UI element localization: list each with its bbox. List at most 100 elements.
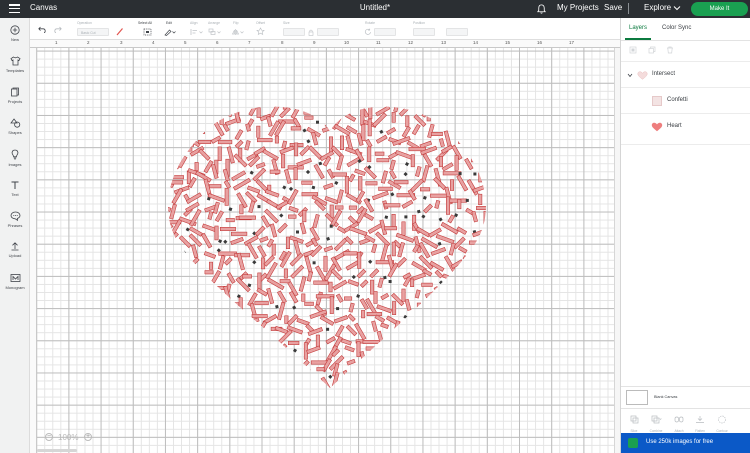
confetti-piece [403,314,408,319]
explore-menu[interactable]: Explore [644,3,671,12]
arrange-icon[interactable] [208,28,222,36]
confetti-piece [472,129,485,137]
design-canvas[interactable] [37,48,615,453]
confetti-piece [281,140,288,149]
delete-icon[interactable] [666,46,674,54]
operation-select[interactable]: Basic Cut [77,28,109,36]
confetti-piece [205,282,214,293]
confetti-piece [357,95,361,99]
header-divider [628,3,629,14]
confetti-piece [505,183,511,196]
confetti-piece [294,360,297,364]
tab-layers[interactable]: Layers [629,25,647,31]
flatten-button[interactable]: Flatten [690,411,710,433]
attach-button[interactable]: Attach [669,411,689,433]
group-icon[interactable] [629,46,637,54]
confetti-piece [152,284,156,288]
confetti-piece [305,169,311,175]
confetti-piece [238,297,243,313]
tab-color-sync[interactable]: Color Sync [662,25,691,31]
duplicate-icon[interactable] [648,46,656,54]
canvas-swatch[interactable] [626,390,648,405]
confetti-piece [220,227,236,232]
pen-color-icon[interactable] [116,27,124,36]
confetti-piece [168,146,169,155]
blank-canvas-row[interactable]: Blank Canvas [621,386,750,408]
position-x-field[interactable] [413,28,435,36]
sidebar-item-phrases[interactable]: Phrases [0,211,30,228]
ruler-number: 4 [152,40,155,45]
chevron-down-icon[interactable] [673,5,681,11]
confetti-piece [416,209,421,214]
make-it-button[interactable]: Make It [691,2,748,16]
confetti-piece [382,383,386,387]
hamburger-menu-icon[interactable] [9,4,20,14]
flip-icon[interactable] [231,28,245,36]
sidebar-item-text[interactable]: Text [0,180,30,197]
confetti-piece [144,97,153,104]
layer-row-intersect[interactable]: Intersect [621,61,750,87]
sidebar-item-label: Images [8,162,22,167]
zoom-in-button[interactable]: + [84,433,92,441]
layer-row-heart[interactable]: Heart [621,113,750,139]
zoom-out-button[interactable]: − [45,433,53,441]
my-projects-link[interactable]: My Projects [557,3,599,12]
sidebar-item-monogram[interactable]: Monogram [0,273,30,290]
offset-icon[interactable] [256,27,268,36]
confetti-piece [433,357,438,363]
confetti-piece [168,269,178,284]
confetti-piece [312,261,316,265]
confetti-piece [457,353,462,365]
lock-icon[interactable] [308,29,314,36]
confetti-piece [401,321,413,338]
contour-button[interactable]: Contour [712,411,732,433]
horizontal-scrollbar[interactable] [37,449,77,452]
confetti-piece [177,142,194,147]
confetti-piece [223,336,236,345]
edit-icon[interactable] [164,28,176,36]
select-all-icon[interactable] [143,28,152,36]
promo-banner[interactable]: Use 250k images for free [621,433,750,453]
confetti-piece [266,115,273,127]
confetti-piece [184,147,193,152]
rotate-field[interactable] [374,28,396,36]
save-link[interactable]: Save [604,3,622,12]
sidebar-item-new[interactable]: New [0,25,30,42]
confetti-piece [207,211,214,220]
layer-list-divider [621,144,750,145]
height-field[interactable] [317,28,339,36]
confetti-piece [257,245,267,258]
confetti-piece [358,377,365,388]
intersect-heart-confetti[interactable] [37,48,615,453]
bell-icon[interactable] [536,3,547,15]
confetti-piece [423,203,433,214]
rotate-icon[interactable] [364,28,372,36]
combine-button[interactable]: Combine [646,411,666,433]
layer-row-confetti[interactable]: Confetti [621,87,750,113]
sidebar-item-shapes[interactable]: Shapes [0,118,30,135]
position-label: Position [413,21,426,25]
confetti-piece [404,215,408,219]
confetti-piece [224,344,232,355]
position-y-field[interactable] [446,28,468,36]
confetti-piece [454,122,458,126]
sidebar-item-projects[interactable]: Projects [0,87,30,104]
confetti-piece [496,254,505,267]
undo-icon[interactable] [38,26,46,33]
sidebar-item-images[interactable]: Images [0,149,30,167]
confetti-piece [290,126,302,131]
confetti-piece [234,139,244,149]
confetti-piece [257,205,261,209]
width-field[interactable] [283,28,305,36]
chevron-down-icon[interactable] [627,73,633,78]
sidebar-item-templates[interactable]: Templates [0,56,30,73]
confetti-piece [390,192,395,197]
confetti-piece [204,92,207,105]
confetti-piece [478,134,486,147]
sidebar-item-upload[interactable]: Upload [0,241,30,258]
slice-button[interactable]: Slice [624,411,644,433]
redo-icon[interactable] [54,26,62,33]
confetti-piece [179,257,184,263]
align-icon[interactable] [190,28,204,36]
confetti-piece [342,369,351,380]
